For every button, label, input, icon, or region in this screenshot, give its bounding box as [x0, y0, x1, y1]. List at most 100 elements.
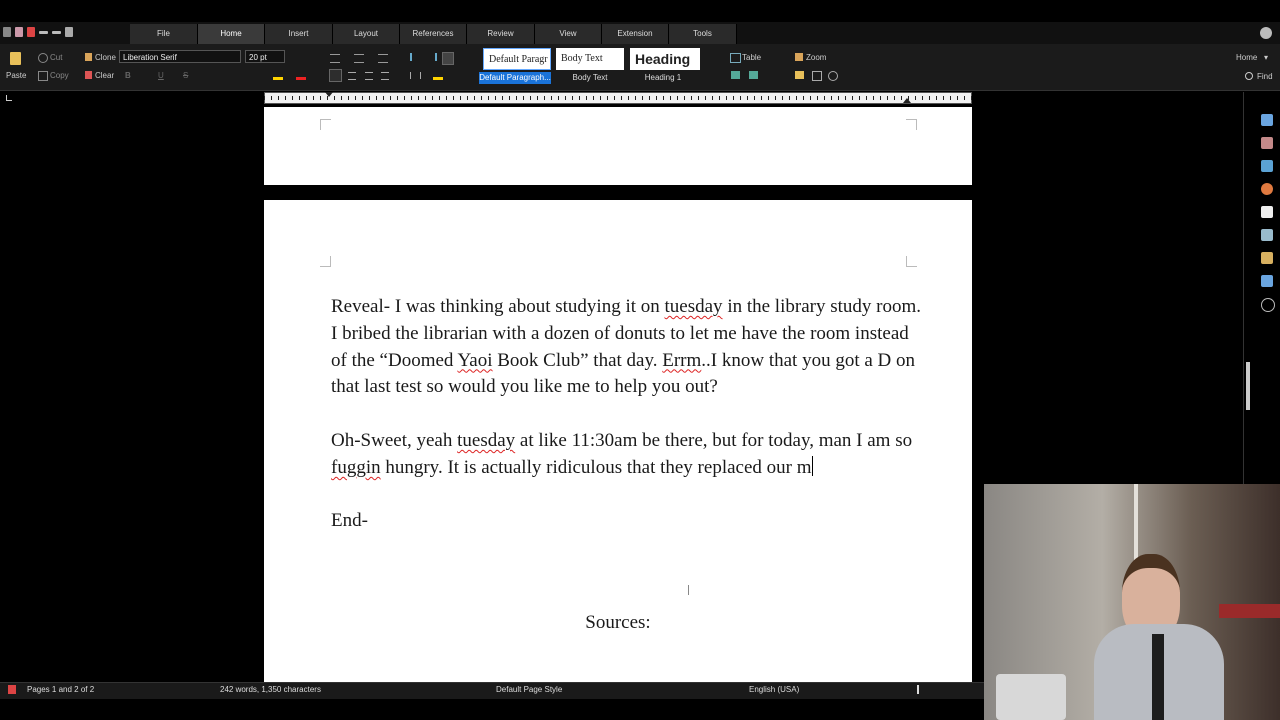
cut-label[interactable]: Cut — [50, 53, 62, 62]
status-pages[interactable]: Pages 1 and 2 of 2 — [27, 685, 94, 694]
comment-icon[interactable] — [795, 71, 804, 79]
misspelled-word[interactable]: Yaoi — [457, 350, 492, 371]
properties-icon[interactable] — [1261, 114, 1273, 126]
style-default-caption[interactable]: Default Paragraph... — [479, 72, 551, 84]
gallery-icon[interactable] — [1261, 160, 1273, 172]
strikethrough-icon[interactable]: S — [183, 71, 188, 80]
tab-review[interactable]: Review — [467, 24, 535, 44]
style-heading-caption[interactable]: Heading 1 — [630, 73, 696, 82]
formatting-marks-icon[interactable] — [442, 52, 454, 65]
tab-view[interactable]: View — [535, 24, 602, 44]
bold-icon[interactable]: B — [125, 71, 131, 80]
misspelled-word[interactable]: Errm — [662, 350, 701, 371]
new-document-icon[interactable] — [3, 27, 11, 37]
status-words[interactable]: 242 words, 1,350 characters — [220, 685, 321, 694]
text-run: at like 11:30am be there, but for today,… — [515, 429, 913, 451]
settings-gear-icon[interactable] — [1260, 27, 1272, 39]
undo-icon[interactable] — [39, 31, 48, 34]
tab-layout[interactable]: Layout — [333, 24, 400, 44]
margin-corner-mark — [320, 256, 331, 267]
text-run: Oh-Sweet, yeah — [331, 429, 458, 451]
line-spacing-icon[interactable] — [410, 72, 421, 79]
indent-icon[interactable] — [410, 53, 421, 61]
paragraph-oh[interactable]: Oh-Sweet, yeah tuesday at like 11:30am b… — [331, 428, 921, 482]
numbering-icon[interactable] — [354, 54, 364, 63]
redo-icon[interactable] — [52, 31, 61, 34]
header-footer-icon[interactable] — [812, 71, 822, 81]
paste-label[interactable]: Paste — [6, 71, 26, 80]
print-icon[interactable] — [65, 27, 73, 37]
zoom-icon[interactable] — [795, 53, 803, 61]
page-1[interactable] — [264, 107, 972, 185]
style-default-paragraph[interactable]: Default Paragr — [483, 48, 551, 70]
style-body-text[interactable]: Body Text — [556, 48, 624, 70]
text-run: Book Club” that day. — [492, 349, 663, 371]
font-size-input[interactable]: 20 pt — [245, 50, 285, 63]
copy-icon[interactable] — [38, 71, 48, 81]
chart-icon[interactable] — [749, 71, 758, 79]
clear-label[interactable]: Clear — [95, 71, 114, 80]
tab-references[interactable]: References — [400, 24, 467, 44]
find-replace-icon[interactable] — [1261, 298, 1275, 312]
styles-icon[interactable] — [1261, 137, 1273, 149]
right-indent-marker[interactable] — [903, 98, 911, 103]
misspelled-word[interactable]: fuggin — [331, 457, 381, 478]
clone-label[interactable]: Clone — [95, 53, 116, 62]
font-color-icon[interactable] — [296, 77, 306, 80]
paragraph-background-icon[interactable] — [433, 77, 443, 80]
copy-label[interactable]: Copy — [50, 71, 69, 80]
table-icon[interactable] — [730, 53, 741, 63]
special-character-icon[interactable] — [828, 71, 838, 81]
left-indent-marker[interactable] — [325, 92, 333, 97]
justify-icon[interactable] — [381, 72, 389, 80]
tab-insert[interactable]: Insert — [265, 24, 333, 44]
image-icon[interactable] — [731, 71, 740, 79]
status-language[interactable]: English (USA) — [749, 685, 799, 694]
tab-extension[interactable]: Extension — [602, 24, 669, 44]
misspelled-word[interactable]: tuesday — [665, 296, 723, 317]
bullets-icon[interactable] — [330, 54, 340, 63]
navigator-icon[interactable] — [1261, 183, 1273, 195]
find-label[interactable]: Find — [1257, 72, 1273, 81]
underline-icon[interactable]: U — [158, 71, 164, 80]
style-heading[interactable]: Heading — [630, 48, 700, 70]
chevron-down-icon[interactable]: ▾ — [1264, 53, 1268, 62]
home-dropdown[interactable]: Home — [1236, 53, 1257, 62]
clone-brush-icon[interactable] — [85, 53, 92, 61]
align-right-icon[interactable] — [365, 72, 373, 80]
table-label[interactable]: Table — [742, 53, 761, 62]
style-body-caption[interactable]: Body Text — [556, 73, 624, 82]
highlight-color-icon[interactable] — [273, 77, 283, 80]
design-icon[interactable] — [1261, 275, 1273, 287]
style-inspector-icon[interactable] — [1261, 229, 1273, 241]
empty-paragraph[interactable] — [331, 482, 921, 509]
sources-heading[interactable]: Sources: — [264, 612, 972, 634]
zoom-label[interactable]: Zoom — [806, 53, 826, 62]
tab-stop-selector[interactable] — [6, 95, 12, 101]
open-icon[interactable] — [15, 27, 23, 37]
tab-file[interactable]: File — [130, 24, 198, 44]
save-icon[interactable] — [27, 27, 35, 37]
align-left-icon[interactable] — [329, 69, 342, 82]
align-center-icon[interactable] — [348, 72, 356, 80]
font-name-input[interactable]: Liberation Serif — [119, 50, 241, 63]
document-body[interactable]: Reveal- I was thinking about studying it… — [331, 294, 921, 535]
webcam-tie — [1152, 634, 1164, 720]
page-count-icon — [8, 685, 16, 694]
manage-changes-icon[interactable] — [1261, 252, 1273, 264]
cut-icon[interactable] — [38, 53, 48, 63]
outline-icon[interactable] — [378, 54, 388, 63]
paragraph-reveal[interactable]: Reveal- I was thinking about studying it… — [331, 294, 921, 401]
scrollbar-thumb[interactable] — [1246, 362, 1250, 410]
paste-icon[interactable] — [10, 52, 21, 65]
tab-home[interactable]: Home — [198, 24, 265, 44]
search-icon[interactable] — [1245, 72, 1253, 80]
empty-paragraph[interactable] — [331, 401, 921, 428]
page-icon[interactable] — [1261, 206, 1273, 218]
tab-tools[interactable]: Tools — [669, 24, 737, 44]
status-page-style[interactable]: Default Page Style — [496, 685, 562, 694]
misspelled-word[interactable]: tuesday — [457, 430, 515, 451]
outdent-icon[interactable] — [426, 53, 437, 61]
clear-format-icon[interactable] — [85, 71, 92, 79]
paragraph-end[interactable]: End- — [331, 508, 921, 535]
